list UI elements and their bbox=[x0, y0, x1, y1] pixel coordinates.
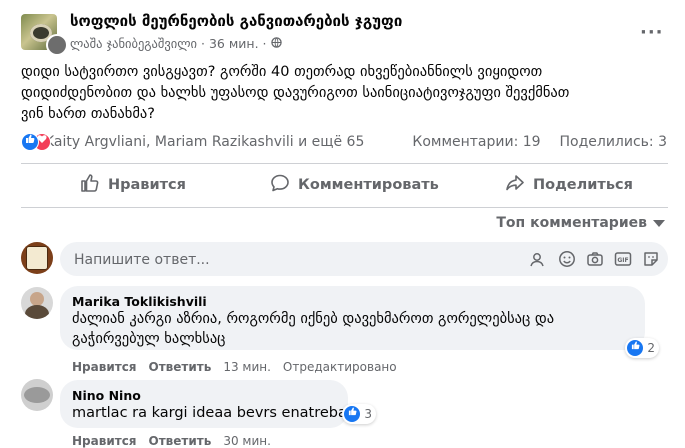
like-button[interactable]: Нравится bbox=[80, 169, 186, 201]
comment-text-line: ძალიან კარგი აზრია, როგორმე იქნებ დავეხმ… bbox=[72, 311, 555, 327]
comment-author[interactable]: Marika Toklikishvili bbox=[72, 294, 633, 309]
thumbs-up-icon bbox=[627, 340, 644, 356]
post-body: დიდი სატვირთო ვისგყავთ? გორში 40 თეთრად … bbox=[21, 62, 671, 125]
comment-icon bbox=[270, 173, 290, 197]
like-reaction-icon bbox=[21, 133, 39, 151]
post-meta: ლაშა ჯანიბეგაშვილი · 36 мин. · bbox=[70, 36, 282, 51]
shares-count[interactable]: Поделились: 3 bbox=[559, 134, 667, 150]
comment-reaction-count[interactable]: 2 bbox=[625, 338, 659, 358]
svg-text:GIF: GIF bbox=[617, 257, 628, 264]
globe-icon bbox=[270, 36, 282, 51]
comment-sort-dropdown[interactable]: Топ комментариев bbox=[496, 215, 665, 231]
reply-input[interactable] bbox=[72, 242, 496, 278]
post-text-line: დიდიძდენობით და ხალხს უფასოდ დავურიგოთ ს… bbox=[21, 85, 570, 101]
comment-text-line: martlac ra kargi ideaa bevrs enatreba xi… bbox=[72, 405, 373, 421]
comment-author[interactable]: Nino Nino bbox=[72, 388, 336, 403]
camera-icon[interactable] bbox=[586, 250, 604, 268]
comment-label: Комментировать bbox=[298, 177, 439, 193]
like-label: Нравится bbox=[108, 177, 186, 193]
comment-actions: Нравится Ответить 13 мин. Отредактировано bbox=[72, 360, 409, 374]
comment-like-link[interactable]: Нравится bbox=[72, 434, 137, 448]
more-options-button[interactable]: ··· bbox=[640, 22, 664, 43]
comment-bubble: Nino Nino martlac ra kargi ideaa bevrs e… bbox=[60, 380, 376, 428]
engagement-counts: Комментарии: 19 Поделились: 3 bbox=[412, 134, 667, 150]
comments-count[interactable]: Комментарии: 19 bbox=[412, 134, 540, 150]
comment-reply-link[interactable]: Ответить bbox=[149, 434, 212, 448]
comment-composer: GIF bbox=[60, 242, 668, 278]
share-icon bbox=[505, 173, 525, 197]
comment-time[interactable]: 30 мин. bbox=[223, 434, 271, 448]
author-name[interactable]: ლაშა ჯანიბეგაშვილი bbox=[70, 36, 197, 51]
avatar-sticker-icon[interactable] bbox=[528, 250, 546, 268]
thumbs-up-icon bbox=[344, 406, 361, 422]
share-button[interactable]: Поделиться bbox=[505, 169, 633, 201]
divider bbox=[21, 163, 668, 164]
comment-actions: Нравится Ответить 30 мин. bbox=[72, 434, 283, 448]
comment-like-link[interactable]: Нравится bbox=[72, 360, 137, 374]
comment-reaction-count[interactable]: 3 bbox=[342, 404, 376, 424]
commenter-avatar[interactable] bbox=[21, 287, 53, 319]
comment-text-line: გაჭირვებულ ხალხსაც bbox=[72, 331, 226, 347]
reaction-number: 2 bbox=[647, 341, 655, 355]
author-avatar[interactable] bbox=[46, 34, 68, 56]
caret-down-icon bbox=[653, 219, 665, 227]
commenter-avatar[interactable] bbox=[21, 379, 53, 411]
sticker-icon[interactable] bbox=[642, 250, 660, 268]
post-time[interactable]: 36 мин. bbox=[209, 36, 259, 51]
comment-time[interactable]: 13 мин. bbox=[223, 360, 271, 374]
share-label: Поделиться bbox=[533, 177, 633, 193]
reaction-number: 3 bbox=[364, 407, 372, 421]
post-text-line: დიდი სატვირთო ვისგყავთ? გორში 40 თეთრად … bbox=[21, 64, 543, 80]
group-name[interactable]: სოფლის მეურნეობის განვითარების ჯგუფი bbox=[70, 12, 402, 30]
thumbs-up-icon bbox=[80, 173, 100, 197]
current-user-avatar[interactable] bbox=[21, 242, 53, 274]
edited-label: Отредактировано bbox=[282, 360, 397, 374]
divider bbox=[21, 207, 668, 208]
comment-button[interactable]: Комментировать bbox=[270, 169, 439, 201]
comment-bubble: Marika Toklikishvili ძალიან კარგი აზრია,… bbox=[60, 286, 659, 358]
post-text-line: ვინ ხართ თანახმა? bbox=[21, 106, 155, 122]
comment-reply-link[interactable]: Ответить bbox=[149, 360, 212, 374]
reaction-names[interactable]: Kaity Argvliani, Mariam Razikashvili и е… bbox=[45, 134, 364, 150]
emoji-icon[interactable] bbox=[558, 250, 576, 268]
sort-label: Топ комментариев bbox=[496, 215, 647, 231]
gif-icon[interactable]: GIF bbox=[614, 250, 632, 268]
